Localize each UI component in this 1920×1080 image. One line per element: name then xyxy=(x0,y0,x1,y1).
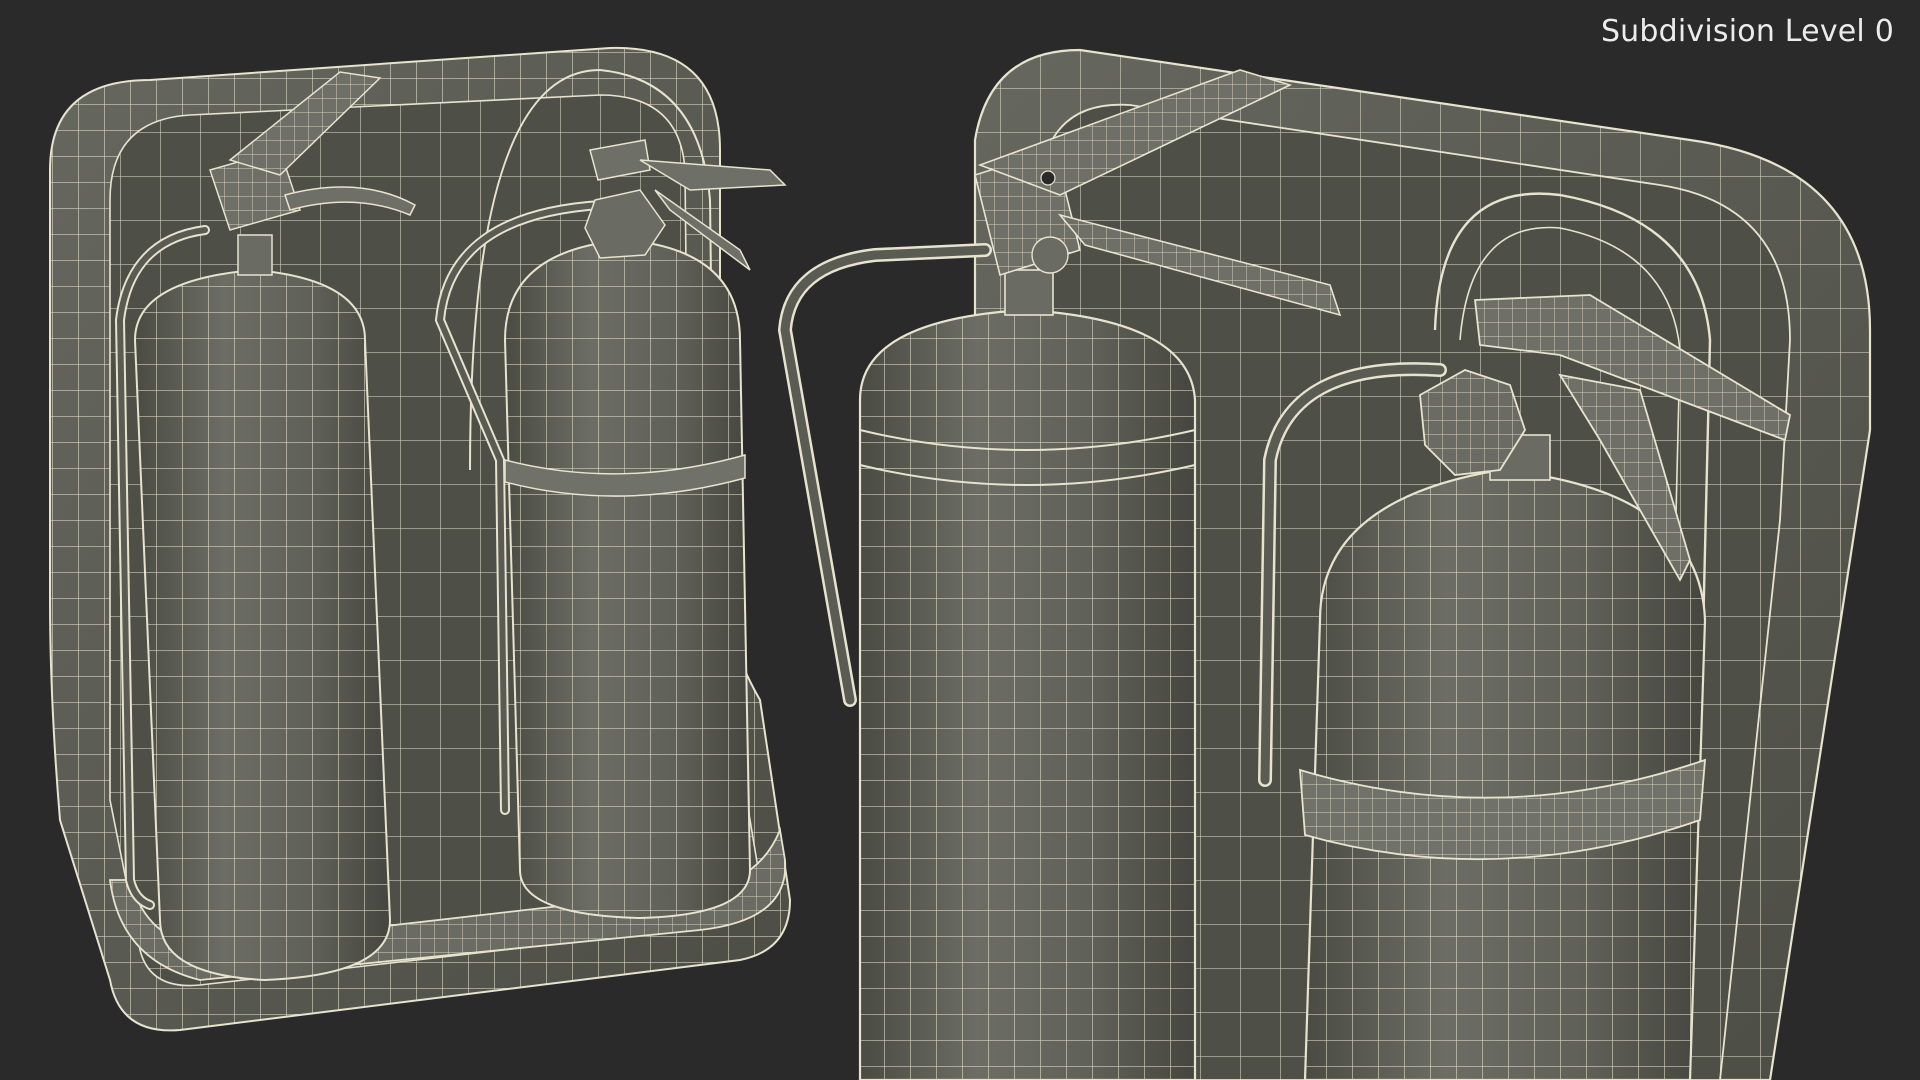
render-viewport: Subdivision Level 0 xyxy=(0,0,1920,1080)
subdivision-level-label: Subdivision Level 0 xyxy=(1600,14,1894,49)
wireframe-render xyxy=(49,46,1872,1080)
